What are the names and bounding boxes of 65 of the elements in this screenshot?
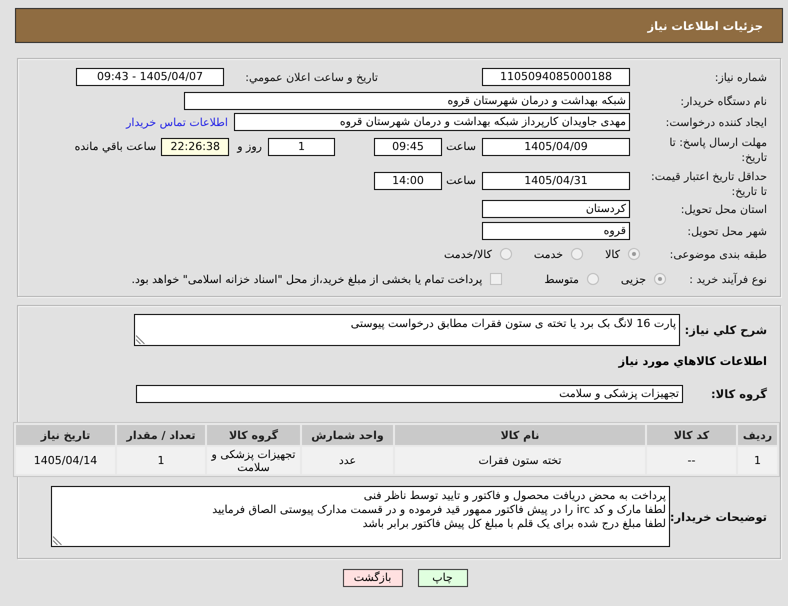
days-left-field[interactable]: 1: [268, 138, 335, 156]
field-label: نوع فرآیند خرید :: [688, 272, 767, 286]
option-label: کالا/خدمت: [444, 248, 492, 260]
requester-field[interactable]: مهدی جاویدان کارپرداز شبکه بهداشت و درمان شهرستان قروه: [234, 113, 630, 131]
field-label: گروه کالا:: [710, 387, 767, 401]
option-label: خدمت: [534, 248, 564, 260]
field-label: استان محل تحویل:: [680, 202, 767, 216]
buyer-contact-link[interactable]: اطلاعات تماس خریدار: [126, 116, 228, 128]
column-header: تعداد / مقدار: [117, 425, 205, 445]
table-cell: تجهیزات پزشکی و سلامت: [207, 447, 300, 474]
delivery-city-field[interactable]: قروه: [482, 222, 630, 240]
resize-grip-icon[interactable]: [136, 335, 145, 344]
field-label: تاریخ و ساعت اعلان عمومي:: [244, 70, 378, 84]
column-header: نام کالا: [395, 425, 645, 445]
radio-button[interactable]: [571, 248, 584, 260]
field-label: ایجاد کننده درخواست:: [664, 116, 767, 128]
price-validity-date-field[interactable]: 1405/04/31: [482, 172, 630, 190]
field-label: شماره نیاز:: [714, 70, 767, 84]
description-field[interactable]: پارت 16 لانگ بک برد یا تخته ی ستون فقرات مطابق درخواست پیوستی: [134, 314, 680, 346]
column-header: گروه کالا: [207, 425, 300, 445]
field-label: شرح کلي نیاز:: [684, 323, 767, 337]
reply-date-field[interactable]: 1405/04/09: [482, 138, 630, 156]
time-label: ساعت: [445, 174, 476, 187]
page-title: جزئیات اطلاعات نیاز: [647, 18, 763, 32]
back-button[interactable]: بازگشت: [342, 569, 402, 587]
column-header: کد کالا: [647, 425, 736, 445]
reply-time-field[interactable]: 09:45: [374, 138, 442, 156]
table-cell: تخته ستون فقرات: [395, 447, 645, 474]
buyer-notes-field[interactable]: پرداخت به محض دریافت محصول و فاکتور و تایید توسط ناظر فنی لطفا مارک و کد irc را در پیش فاکتور ممهور قید فرموده و در قسمت مدارک پیوستی الصاق فرمایید لطفا مبلغ درج شده برای یک قلم با مبلغ کل پیش فاکتور برابر باشد: [51, 486, 670, 547]
price-validity-time-field[interactable]: 14:00: [374, 172, 442, 190]
buyer-org-field[interactable]: شبکه بهداشت و درمان شهرستان قروه: [184, 92, 630, 110]
table-cell: --: [647, 447, 736, 474]
field-label: نام دستگاه خریدار:: [679, 94, 767, 108]
radio-button[interactable]: [500, 248, 512, 260]
field-label: مهلت ارسال پاسخ: تا تاریخ:: [668, 135, 767, 165]
section-heading: اطلاعات کالاهاي مورد نیاز: [617, 354, 768, 368]
time-left-label: ساعت باقي مانده: [74, 140, 156, 153]
column-header: تاریخ نیاز: [16, 425, 115, 445]
option-label: کالا: [605, 248, 620, 260]
table-cell: 1: [117, 447, 205, 474]
resize-grip-icon[interactable]: [53, 536, 62, 545]
radio-button[interactable]: [654, 273, 666, 285]
field-label: طبقه بندی موضوعی:: [668, 248, 767, 260]
field-label: توضیحات خریدار:: [670, 510, 767, 524]
table-cell: 1405/04/14: [16, 447, 115, 474]
table-cell: عدد: [302, 447, 393, 474]
print-button[interactable]: چاپ: [418, 569, 468, 587]
days-label: روز و: [237, 140, 262, 153]
column-header: واحد شمارش: [302, 425, 393, 445]
delivery-province-field[interactable]: کردستان: [482, 200, 630, 218]
table-cell: 1: [738, 447, 777, 474]
time-left-field[interactable]: 22:26:38: [161, 138, 230, 156]
checkbox[interactable]: [490, 273, 502, 285]
field-label: حداقل تاریخ اعتبار قیمت: تا تاریخ:: [650, 169, 767, 199]
checkbox-label: پرداخت تمام یا بخشی از مبلغ خرید،از محل "اسناد خزانه اسلامی" خواهد بود.: [132, 272, 482, 286]
option-label: جزیی: [620, 272, 646, 286]
radio-button[interactable]: [628, 248, 640, 260]
announcement-date-field[interactable]: 1405/04/07 - 09:43: [76, 68, 224, 86]
column-header: ردیف: [738, 425, 777, 445]
option-label: متوسط: [544, 272, 579, 286]
need-number-field[interactable]: 1105094085000188: [482, 68, 630, 86]
time-label: ساعت: [445, 140, 476, 153]
field-label: شهر محل تحویل:: [686, 224, 767, 238]
goods-group-field[interactable]: تجهیزات پزشکی و سلامت: [136, 385, 683, 403]
radio-button[interactable]: [586, 273, 599, 285]
